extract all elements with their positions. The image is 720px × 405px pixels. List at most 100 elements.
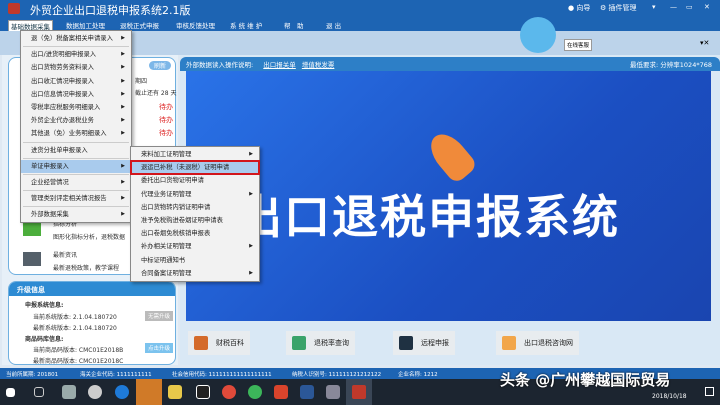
menu-item-label: 外部数据采集 <box>31 211 69 219</box>
menu-item-label: 零税率应税服务明细录入 <box>31 103 101 111</box>
plugins-button[interactable]: ⚙ 插件管理 <box>600 3 637 13</box>
menu-item[interactable]: 出口/进货明细申报录入 ▶ <box>21 48 131 61</box>
submenu-arrow-icon: ▶ <box>249 151 253 157</box>
submenu-arrow-icon: ▶ <box>121 64 125 71</box>
monitor-icon <box>399 336 413 350</box>
todo-1[interactable]: 待办 <box>159 102 173 112</box>
menu-item[interactable]: 零税率应税服务明细录入 ▶ <box>21 101 131 114</box>
vat-invoice-link[interactable]: 增值税发票 <box>302 61 335 69</box>
app-icon <box>8 3 20 14</box>
menu-separator <box>23 141 129 143</box>
header-label: 外部数据读入操作说明: <box>186 61 254 69</box>
menu-item[interactable]: 来料加工证明管理 ▶ <box>131 148 259 161</box>
menu-exit[interactable]: 退 出 <box>326 20 341 30</box>
ie-icon[interactable] <box>88 385 102 399</box>
upgrade-button[interactable]: 点击升级 <box>145 343 174 353</box>
remote-declaration-button[interactable]: 远程申报 <box>393 331 455 355</box>
menu-item-label: 合同备案证明管理 <box>141 269 192 277</box>
menu-item-label: 出口货物劳务资料录入 <box>31 64 94 72</box>
menu-audit-feedback[interactable]: 审核反馈处理 <box>176 20 215 30</box>
wechat-icon[interactable] <box>136 379 162 405</box>
submenu-arrow-icon: ▶ <box>121 51 125 58</box>
menu-item[interactable]: 出口收汇情况申报录入 ▶ <box>21 75 131 88</box>
menu-item[interactable]: 企业经营情况 ▶ <box>21 176 131 189</box>
plugins-label: 插件管理 <box>608 4 637 12</box>
main-header: 外部数据读入操作说明: 出口报关单 增值税发票 最低要求: 分辨率1024*76… <box>180 57 720 71</box>
taskbar: 头条 @广州攀越国际贸易 2018/10/18 <box>0 371 720 405</box>
menu-item[interactable]: 出口货物转内销证明申请 <box>131 201 259 214</box>
guide-button[interactable]: ● 向导 <box>568 3 590 13</box>
menu-item-label: 退（免）税备案相关申请录入 <box>31 35 113 42</box>
menu-item[interactable]: 外部数据采集 ▶ <box>21 208 131 221</box>
no-upgrade-button[interactable]: 无需升级 <box>145 311 174 321</box>
feature-title[interactable]: 最新资讯 <box>53 250 77 259</box>
upgrade-card: 升级信息 申报系统信息: 当前系统版本: 2.1.04.180720 最新系统版… <box>8 281 176 365</box>
folder-icon[interactable] <box>168 385 182 399</box>
menu-help[interactable]: 帮 助 <box>284 20 304 30</box>
status-customs-code: 海关企业代码: 1111111111 <box>80 372 152 378</box>
task-view-icon[interactable] <box>34 387 44 397</box>
menu-item[interactable]: 管理类别评定相关情况报告 ▶ <box>21 192 131 205</box>
main-panel: 外部数据读入操作说明: 出口报关单 增值税发票 最低要求: 分辨率1024*76… <box>180 55 720 365</box>
panel-close-icon[interactable]: ▾✕ <box>700 39 709 47</box>
refund-rate-query-button[interactable]: 退税率查询 <box>286 331 355 355</box>
consult-site-button[interactable]: 出口退税咨询网 <box>496 331 579 355</box>
menu-item[interactable]: 委托出口货物证明申请 <box>131 174 259 187</box>
resolution-requirement: 最低要求: 分辨率1024*768 <box>630 61 712 69</box>
refresh-button[interactable]: 刷新 <box>149 61 172 70</box>
customs-declaration-link[interactable]: 出口报关单 <box>263 61 296 69</box>
menu-system-maintenance[interactable]: 系 统 维 护 <box>230 20 262 30</box>
todo-3[interactable]: 待办 <box>159 128 173 138</box>
document-declaration-submenu: 来料加工证明管理 ▶ 退运已补税（未退税）证明申请 委托出口货物证明申请 代理业务证明管… <box>130 146 260 282</box>
qq-icon[interactable] <box>196 385 210 399</box>
menu-item[interactable]: 出口货物劳务资料录入 ▶ <box>21 61 131 74</box>
upgrade-header: 升级信息 <box>9 282 175 296</box>
menu-item[interactable]: 外贸企业代办退税业务 ▶ <box>21 114 131 127</box>
menu-item-label: 代理业务证明管理 <box>141 190 192 198</box>
app-icon[interactable] <box>62 385 76 399</box>
tax-app-taskbar-icon[interactable] <box>346 379 372 405</box>
menu-item-label: 出口收汇情况申报录入 <box>31 77 94 85</box>
menu-item[interactable]: 退（免）税备案相关申请录入 ▶ <box>21 32 131 45</box>
code-current-version: 当前商品码版本: CMC01E2018B <box>33 347 124 354</box>
menu-formal-declaration[interactable]: 退税正式申报 <box>120 20 159 30</box>
menu-item[interactable]: 中标证明通知书 <box>131 254 259 267</box>
menu-data-processing[interactable]: 数据加工处理 <box>66 20 105 30</box>
menu-separator <box>23 157 129 159</box>
menu-item[interactable]: 补办相关证明管理 ▶ <box>131 240 259 253</box>
menu-item[interactable]: 出口卷烟免税核销申报表 <box>131 227 259 240</box>
menu-item[interactable]: 出口信息情况申报录入 ▶ <box>21 88 131 101</box>
start-icon[interactable] <box>6 388 15 397</box>
edge-icon[interactable] <box>115 385 129 399</box>
close-button[interactable]: ✕ <box>704 3 710 11</box>
online-service-button[interactable]: 在线客服 <box>564 39 593 51</box>
chrome-icon[interactable] <box>222 385 236 399</box>
tax-encyclopedia-button[interactable]: 财税百科 <box>188 331 250 355</box>
minimize-button[interactable]: — <box>670 3 677 11</box>
notification-icon[interactable] <box>705 387 714 396</box>
status-taxpayer-id: 纳税人识别号: 111111121212122 <box>292 372 382 378</box>
menu-item-label: 委托出口货物证明申请 <box>141 177 204 185</box>
quick-label: 出口退税咨询网 <box>524 339 573 347</box>
menu-item[interactable]: 合同备案证明管理 ▶ <box>131 267 259 280</box>
word-icon[interactable] <box>300 385 314 399</box>
menu-item[interactable]: 其他退（免）业务明细录入 ▶ <box>21 127 131 140</box>
menu-item-label: 出口货物转内销证明申请 <box>141 203 211 211</box>
skin-icon[interactable]: ▾ <box>652 3 656 11</box>
maximize-button[interactable]: ▭ <box>686 3 693 11</box>
browser-icon[interactable] <box>248 385 262 399</box>
status-period: 当前所属期: 201801 <box>6 372 59 378</box>
sys-latest-version: 最新系统版本: 2.1.04.180720 <box>33 325 117 332</box>
menu-item[interactable]: 代理业务证明管理 ▶ <box>131 188 259 201</box>
todo-2[interactable]: 待办 <box>159 115 173 125</box>
paint-icon[interactable] <box>326 385 340 399</box>
menu-item[interactable]: 单证申报录入 ▶ <box>21 159 131 173</box>
feature-desc: 图形化指标分析，退税数据 <box>53 234 126 241</box>
feature-desc: 最新退税政策，教学课程 <box>53 265 120 272</box>
menu-item[interactable]: 准予免税购进卷烟证明申请表 <box>131 214 259 227</box>
menu-item-label: 企业经营情况 <box>31 178 69 186</box>
submenu-arrow-icon: ▶ <box>249 190 253 197</box>
menu-item[interactable]: 退运已补税（未退税）证明申请 <box>130 160 260 176</box>
powerpoint-icon[interactable] <box>274 385 288 399</box>
menu-item[interactable]: 进货分批单申报录入 <box>21 144 131 157</box>
